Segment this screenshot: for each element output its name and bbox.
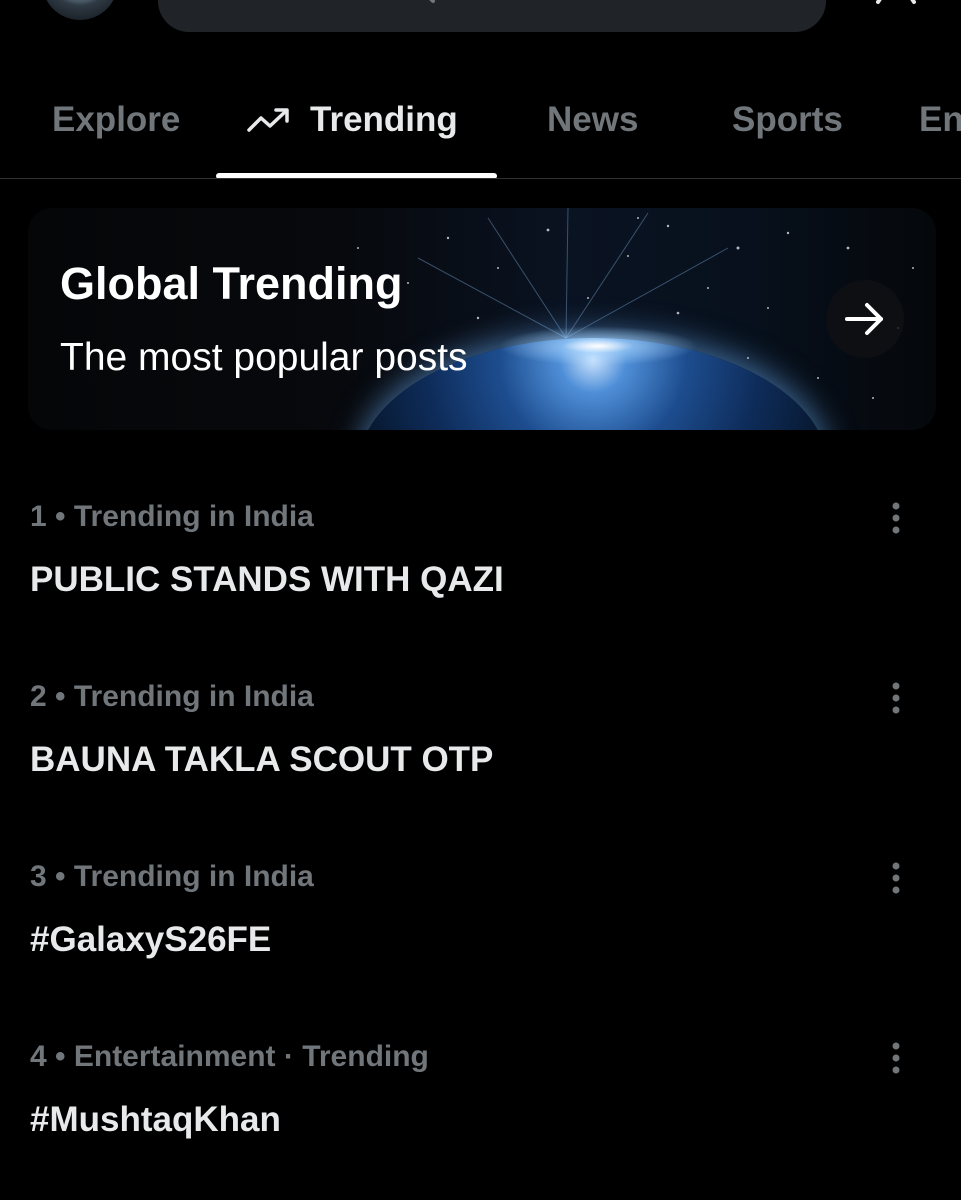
trend-more-button[interactable]: [878, 676, 914, 720]
search-icon: [429, 0, 435, 3]
more-vertical-icon: [892, 682, 900, 714]
global-trending-banner[interactable]: Global Trending The most popular posts: [28, 208, 936, 430]
banner-open-button[interactable]: [826, 280, 904, 358]
trend-title: BAUNA TAKLA SCOUT OTP: [30, 740, 494, 779]
trend-title: PUBLIC STANDS WITH QAZI: [30, 560, 504, 599]
more-vertical-icon: [892, 502, 900, 534]
trend-title: #MushtaqKhan: [30, 1100, 281, 1139]
trend-more-button[interactable]: [878, 496, 914, 540]
trend-context: 2 • Trending in India: [30, 680, 314, 713]
active-tab-indicator: [216, 173, 497, 178]
trend-title: #GalaxyS26FE: [30, 920, 272, 959]
trend-context: 1 • Trending in India: [30, 500, 314, 533]
tab-news[interactable]: News: [547, 62, 638, 178]
tab-label: En: [919, 100, 961, 139]
tab-trending[interactable]: Trending: [246, 62, 458, 178]
trend-context: 3 • Trending in India: [30, 860, 314, 893]
search-bar[interactable]: [158, 0, 826, 32]
sun-flare: [498, 326, 698, 366]
trend-more-button[interactable]: [878, 856, 914, 900]
tab-label: Explore: [52, 100, 181, 139]
arrow-right-icon: [845, 303, 883, 335]
tab-label: News: [547, 100, 639, 139]
trend-item[interactable]: 1 • Trending in India PUBLIC STANDS WITH…: [0, 478, 961, 658]
profile-avatar[interactable]: [42, 0, 118, 20]
trend-item[interactable]: 2 • Trending in India BAUNA TAKLA SCOUT …: [0, 658, 961, 838]
trend-list: 1 • Trending in India PUBLIC STANDS WITH…: [0, 478, 961, 1198]
trending-arrow-icon: [247, 108, 289, 132]
trend-item[interactable]: 3 • Trending in India #GalaxyS26FE: [0, 838, 961, 1018]
tab-explore[interactable]: Explore: [52, 62, 180, 178]
trend-item[interactable]: 4 • Entertainment · Trending #MushtaqKha…: [0, 1018, 961, 1198]
banner-title: Global Trending: [60, 258, 403, 309]
banner-subtitle: The most popular posts: [60, 336, 468, 379]
top-bar: [0, 0, 961, 60]
more-vertical-icon: [892, 862, 900, 894]
more-vertical-icon: [892, 1042, 900, 1074]
gear-icon[interactable]: [872, 0, 920, 14]
tab-label: Trending: [310, 100, 458, 139]
tab-label: Sports: [732, 100, 843, 139]
trend-context: 4 • Entertainment · Trending: [30, 1040, 429, 1073]
trend-more-button[interactable]: [878, 1036, 914, 1080]
tab-entertainment[interactable]: En: [919, 62, 961, 178]
explore-tabs: Explore Trending News Sports En: [0, 62, 961, 179]
tab-sports[interactable]: Sports: [732, 62, 843, 178]
